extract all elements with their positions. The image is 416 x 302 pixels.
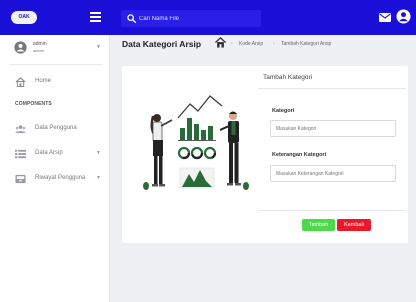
profile-name: admin [33,41,47,47]
profile-role: admin [33,48,44,53]
sidebar-item-label: Data Pengguna [35,125,77,131]
users-icon [15,125,26,134]
sidebar-item-home[interactable]: Home [0,74,110,90]
sidebar-divider [10,64,102,65]
chevron-down-icon: ▼ [96,150,101,156]
sidebar-item-riwayat-pengguna[interactable]: Riwayat Pengguna ▼ [0,171,110,187]
form-divider [258,210,406,211]
list-icon [15,149,26,159]
breadcrumb-separator: › [231,41,233,47]
sidebar-item-label: Data Arsip [35,150,63,156]
home-icon [15,77,26,87]
brand-area: OAK [0,0,110,35]
sidebar: admin admin ▼ Home COMPONENTS Data Pengg… [0,35,110,302]
tambah-button[interactable]: Tambah [302,219,335,231]
kategori-input[interactable] [270,120,396,137]
sidebar-item-data-pengguna[interactable]: Data Pengguna [0,121,110,137]
sidebar-item-label: Riwayat Pengguna [35,175,86,181]
page-title: Data Kategori Arsip [122,39,202,49]
search-icon[interactable] [127,14,136,23]
form-title: Tambah Kategori [263,74,313,81]
top-navbar: OAK [0,0,416,35]
search-bar [121,10,261,27]
keterangan-kategori-input[interactable] [270,165,396,182]
app-root: OAK Cari Nama File admin admin ▼ Home CO… [0,0,416,302]
kembali-button[interactable]: Kembali [337,219,371,231]
mail-icon[interactable] [379,13,391,22]
sidebar-item-label: Home [35,78,52,84]
form-panel: Tambah Kategori Kategori Keterangan Kate… [258,66,408,243]
brand-logo[interactable]: OAK [11,11,37,24]
keterangan-kategori-label: Keterangan Kategori [272,152,327,158]
home-icon[interactable] [215,37,226,48]
breadcrumb-item-current: Tambah Kategori Arsip [281,41,332,47]
inbox-icon [15,174,26,184]
hamburger-icon[interactable] [90,12,101,22]
avatar-icon [14,41,27,54]
form-divider [258,88,406,89]
analytics-illustration [143,95,249,190]
form-card: Tambah Kategori Kategori Keterangan Kate… [122,66,408,243]
chevron-down-icon: ▼ [96,175,101,181]
user-circle-icon[interactable] [396,9,411,24]
kategori-label: Kategori [272,108,295,114]
breadcrumb-separator: › [273,41,275,47]
sidebar-item-data-arsip[interactable]: Data Arsip ▼ [0,146,110,162]
search-input[interactable] [139,11,257,26]
breadcrumb-item[interactable]: Kode Arsip [239,41,263,47]
sidebar-section-label: COMPONENTS [15,101,52,107]
chevron-down-icon: ▼ [96,44,101,50]
sidebar-profile[interactable]: admin admin ▼ [0,35,110,61]
